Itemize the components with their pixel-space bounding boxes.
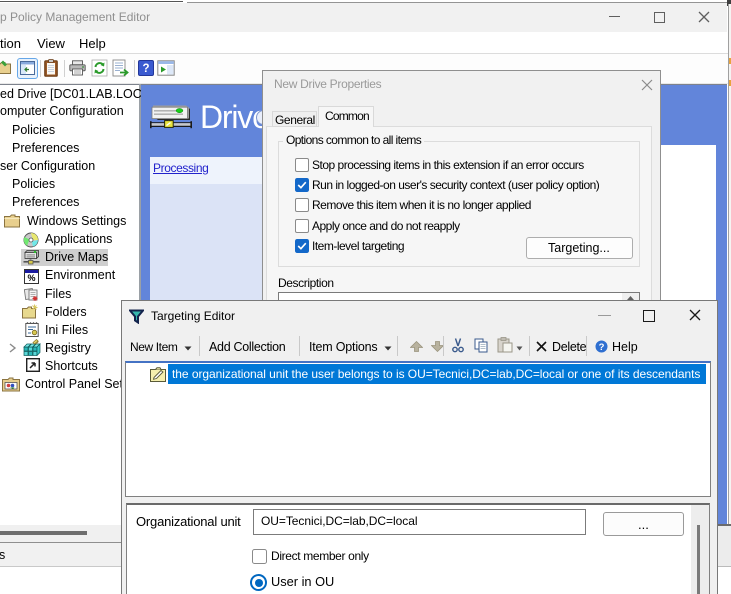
svg-text:%: %	[27, 273, 35, 283]
svg-text:?: ?	[142, 63, 149, 75]
svg-text:?: ?	[599, 342, 605, 353]
